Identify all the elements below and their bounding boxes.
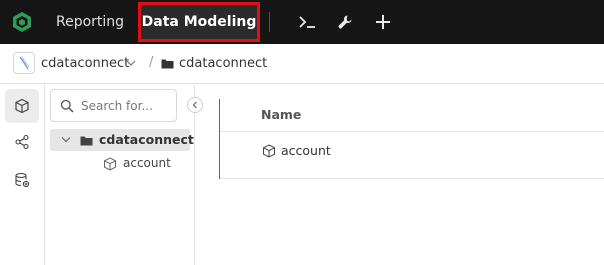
connection-logo-icon[interactable] bbox=[13, 52, 35, 74]
chevron-down-icon[interactable] bbox=[61, 136, 71, 144]
chevron-down-icon[interactable] bbox=[126, 58, 136, 68]
column-header-name[interactable]: Name bbox=[261, 107, 301, 122]
main-content: Name account bbox=[195, 85, 604, 265]
database-icon bbox=[15, 172, 30, 188]
plus-icon[interactable] bbox=[373, 12, 393, 32]
rail-database-button[interactable] bbox=[5, 163, 39, 197]
folder-icon bbox=[161, 59, 174, 69]
left-rail bbox=[0, 85, 45, 265]
table-row[interactable]: account bbox=[281, 143, 331, 158]
logo-hexagon-icon[interactable] bbox=[11, 11, 33, 33]
breadcrumb-folder[interactable]: cdataconnect bbox=[179, 56, 267, 71]
terminal-icon[interactable] bbox=[297, 12, 317, 32]
tree-folder-label[interactable]: cdataconnect bbox=[99, 132, 194, 147]
header-divider bbox=[220, 131, 604, 132]
top-bar: Reporting Data Modeling bbox=[0, 0, 604, 44]
breadcrumb-separator: / bbox=[149, 55, 154, 70]
share-nodes-icon bbox=[15, 134, 29, 150]
tab-data-modeling[interactable]: Data Modeling bbox=[138, 2, 260, 42]
table-left-border bbox=[219, 99, 220, 179]
breadcrumb: cdataconnect / cdataconnect bbox=[0, 44, 604, 84]
row-divider bbox=[220, 178, 604, 179]
tree-panel: cdataconnect account bbox=[45, 85, 195, 265]
top-divider bbox=[269, 12, 270, 32]
wrench-icon[interactable] bbox=[335, 12, 355, 32]
cube-icon bbox=[15, 98, 29, 114]
tab-reporting[interactable]: Reporting bbox=[56, 6, 124, 38]
tree-item-account[interactable]: account bbox=[123, 156, 171, 170]
search-icon bbox=[60, 99, 74, 113]
search-input[interactable] bbox=[81, 96, 173, 116]
search-box[interactable] bbox=[50, 89, 177, 122]
rail-data-model-button[interactable] bbox=[5, 89, 39, 123]
cube-icon bbox=[104, 157, 116, 171]
cube-icon bbox=[263, 144, 275, 158]
folder-icon bbox=[80, 136, 93, 146]
rail-relationships-button[interactable] bbox=[5, 125, 39, 159]
connection-selector[interactable]: cdataconnect bbox=[41, 56, 129, 71]
